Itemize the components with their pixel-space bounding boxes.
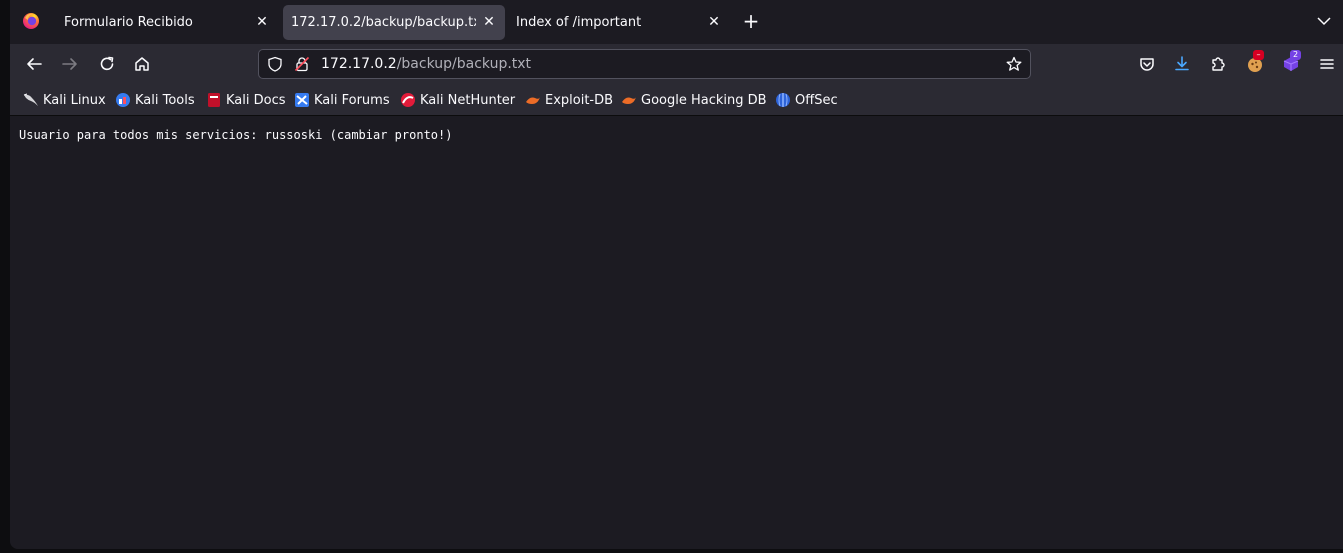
bookmark-star-icon[interactable] (1006, 56, 1022, 72)
kali-nethunter-icon (401, 93, 415, 107)
hamburger-menu-icon[interactable] (1318, 55, 1336, 73)
bookmark-kali-forums[interactable]: Kali Forums (294, 91, 390, 109)
tab-close-icon[interactable]: ✕ (706, 14, 722, 30)
url-bar[interactable]: 172.17.0.2/backup/backup.txt (258, 49, 1031, 79)
tab-label: Index of /important (516, 15, 642, 30)
bookmark-label: Kali NetHunter (420, 92, 516, 108)
page-content: Usuario para todos mis servicios: russos… (10, 116, 1343, 549)
bookmark-label: Kali Forums (314, 92, 390, 108)
browser-window: Formulario Recibido ✕ 172.17.0.2/backup/… (10, 0, 1343, 549)
bookmark-label: Kali Tools (135, 92, 195, 108)
tab-close-icon[interactable]: ✕ (254, 14, 270, 30)
url-text[interactable]: 172.17.0.2/backup/backup.txt (321, 56, 531, 72)
kali-forums-icon (295, 93, 309, 107)
new-tab-plus-icon[interactable]: + (742, 11, 760, 31)
bookmark-label: Google Hacking DB (641, 92, 767, 108)
bookmark-kali-docs[interactable]: Kali Docs (206, 91, 286, 109)
cookie-extension-icon[interactable]: – (1246, 50, 1264, 73)
bookmark-label: OffSec (795, 92, 838, 108)
pocket-icon[interactable] (1138, 55, 1156, 73)
bookmark-kali-linux[interactable]: Kali Linux (23, 91, 106, 109)
tab-backup-txt[interactable]: 172.17.0.2/backup/backup.txt ✕ (283, 5, 505, 40)
tab-strip: Formulario Recibido ✕ 172.17.0.2/backup/… (10, 0, 1343, 44)
shield-icon[interactable] (267, 56, 283, 72)
tab-close-icon[interactable]: ✕ (481, 14, 497, 30)
offsec-icon (776, 93, 790, 107)
blocked-badge: – (1253, 50, 1264, 60)
url-host: 172.17.0.2 (321, 56, 397, 72)
home-icon[interactable] (133, 55, 151, 73)
navigation-toolbar: 172.17.0.2/backup/backup.txt – 2 (10, 44, 1343, 84)
bookmark-label: Exploit-DB (545, 92, 614, 108)
reload-icon[interactable] (98, 55, 116, 73)
bookmark-exploit-db[interactable]: Exploit-DB (525, 91, 613, 109)
bookmark-google-hacking-db[interactable]: Google Hacking DB (621, 91, 767, 109)
tab-label: Formulario Recibido (64, 15, 193, 30)
download-icon[interactable] (1173, 55, 1191, 73)
forward-arrow-icon[interactable] (61, 55, 79, 73)
tab-label: 172.17.0.2/backup/backup.txt (291, 15, 476, 30)
chevron-down-icon[interactable] (1316, 13, 1332, 29)
insecure-lock-icon[interactable] (294, 56, 310, 72)
bookmark-kali-nethunter[interactable]: Kali NetHunter (400, 91, 515, 109)
back-arrow-icon[interactable] (25, 55, 43, 73)
kali-tools-icon (116, 93, 130, 107)
bookmark-kali-tools[interactable]: Kali Tools (115, 91, 195, 109)
extension-count-badge: 2 (1290, 50, 1301, 60)
purple-extension-icon[interactable]: 2 (1282, 50, 1301, 73)
ghdb-icon (622, 97, 636, 104)
extensions-puzzle-icon[interactable] (1209, 55, 1227, 73)
plain-text-body: Usuario para todos mis servicios: russos… (19, 128, 453, 142)
bookmark-label: Kali Linux (43, 92, 106, 108)
bookmarks-toolbar: Kali Linux Kali Tools Kali Docs Kali For… (10, 84, 1343, 116)
kali-dragon-icon (23, 93, 38, 106)
tab-formulario-recibido[interactable]: Formulario Recibido ✕ (56, 5, 278, 40)
bookmark-label: Kali Docs (226, 92, 286, 108)
kali-docs-icon (208, 93, 220, 107)
tab-index-of-important[interactable]: Index of /important ✕ (508, 5, 730, 40)
url-path: /backup/backup.txt (396, 56, 532, 72)
exploit-db-icon (526, 97, 540, 104)
firefox-logo-icon[interactable] (22, 12, 40, 30)
bookmark-offsec[interactable]: OffSec (775, 91, 838, 109)
